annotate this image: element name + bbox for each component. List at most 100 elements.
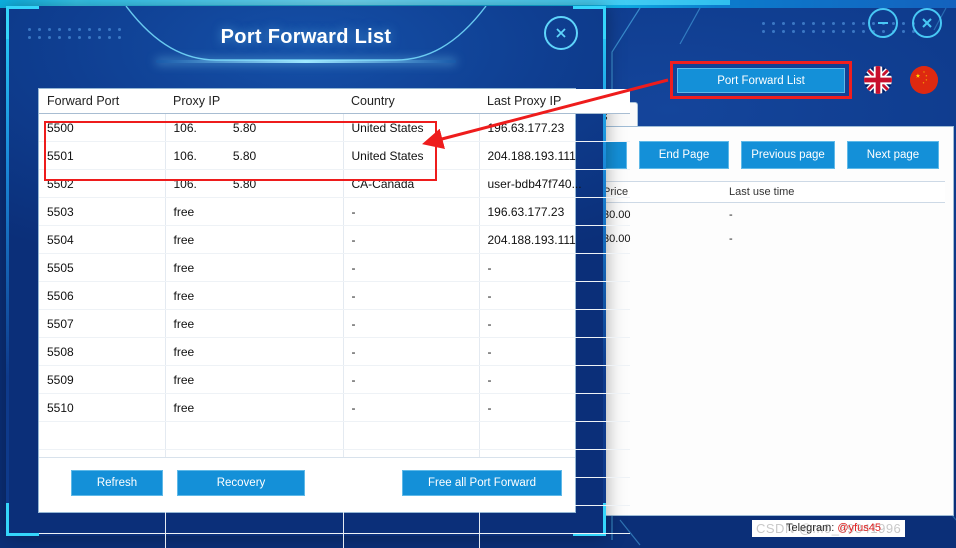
cell-proxy-ip: free bbox=[165, 225, 344, 254]
cell-forward-port: 5501 bbox=[39, 141, 166, 170]
table-row[interactable]: 5510 free - - bbox=[39, 393, 630, 422]
cell-last-proxy-ip: 196.63.177.23 bbox=[479, 113, 630, 142]
cell-proxy-ip: free bbox=[165, 281, 344, 310]
cell-last-proxy-ip: - bbox=[479, 309, 630, 338]
cell-country: - bbox=[343, 225, 480, 254]
cell-last-proxy-ip: - bbox=[479, 393, 630, 422]
pager-button-previous[interactable]: Previous page bbox=[741, 141, 835, 169]
cell-country: CA-Canada bbox=[343, 169, 480, 198]
cell-last-proxy-ip bbox=[479, 533, 630, 548]
pager-button-end[interactable]: End Page bbox=[639, 141, 729, 169]
port-forward-list-dialog: Port Forward List Forward Port Proxy IP … bbox=[6, 6, 630, 548]
watermark-telegram: Telegram: @yfus45 bbox=[786, 522, 881, 534]
cell-proxy-ip: free bbox=[165, 309, 344, 338]
table-row[interactable] bbox=[39, 421, 630, 450]
dialog-left-edge bbox=[6, 6, 9, 536]
dialog-table-panel: Forward Port Proxy IP Country Last Proxy… bbox=[38, 88, 630, 548]
watermark-telegram-handle: @yfus45 bbox=[837, 522, 881, 534]
cell-forward-port bbox=[39, 421, 166, 450]
dialog-title-underline bbox=[156, 60, 456, 63]
dialog-footer: Refresh Recovery Free all Port Forward bbox=[39, 457, 575, 512]
cell-forward-port bbox=[39, 533, 166, 548]
table-row[interactable]: 30.00- bbox=[595, 227, 945, 251]
cell-country: - bbox=[343, 337, 480, 366]
table-row[interactable]: 5507 free - - bbox=[39, 309, 630, 338]
table-row[interactable]: 5502 106. 5.80 CA-Canada user-bdb47f740... bbox=[39, 169, 630, 198]
column-header-last-proxy-ip[interactable]: Last Proxy IP bbox=[479, 89, 630, 114]
cell-proxy-ip: free bbox=[165, 197, 344, 226]
masked-ip-value: 106. 5.80 bbox=[173, 120, 257, 135]
table-row[interactable] bbox=[39, 533, 630, 548]
cell-last-proxy-ip: 196.63.177.23 bbox=[479, 197, 630, 226]
masked-ip-value: 106. 5.80 bbox=[173, 148, 257, 163]
cell-forward-port: 5505 bbox=[39, 253, 166, 282]
cell-last-proxy-ip bbox=[479, 421, 630, 450]
cell-last-proxy-ip: - bbox=[479, 365, 630, 394]
refresh-button[interactable]: Refresh bbox=[71, 470, 163, 496]
column-header-proxy-ip[interactable]: Proxy IP bbox=[165, 89, 343, 114]
cell-forward-port: 5510 bbox=[39, 393, 166, 422]
table-row[interactable]: 5503 free -196.63.177.23 bbox=[39, 197, 630, 226]
cell-proxy-ip: free bbox=[165, 253, 344, 282]
table-row[interactable]: 5506 free - - bbox=[39, 281, 630, 310]
table-row[interactable]: 5500 106. 5.80 United States 196.63.177.23 bbox=[39, 113, 630, 142]
background-content-panel: Page End Page Previous page Next page Pr… bbox=[555, 126, 955, 516]
cell-forward-port: 5507 bbox=[39, 309, 166, 338]
cell-forward-port: 5503 bbox=[39, 197, 166, 226]
table-header-row: Forward Port Proxy IP Country Last Proxy… bbox=[39, 89, 630, 114]
ip-redaction-block bbox=[196, 120, 233, 133]
recovery-button[interactable]: Recovery bbox=[177, 470, 305, 496]
window-controls bbox=[868, 8, 942, 38]
column-header-last-use-time[interactable]: Last use time bbox=[721, 181, 945, 203]
dialog-corner-bottom-left bbox=[6, 503, 39, 536]
table-header-row: Price Last use time bbox=[595, 181, 945, 203]
cell-last-use-time: - bbox=[729, 209, 733, 221]
free-all-port-forward-button[interactable]: Free all Port Forward bbox=[402, 470, 562, 496]
ip-redaction-block bbox=[196, 176, 233, 189]
pager-button-next[interactable]: Next page bbox=[847, 141, 939, 169]
table-row[interactable]: 5505 free - - bbox=[39, 253, 630, 282]
table-row[interactable]: 5508 free - - bbox=[39, 337, 630, 366]
cell-country bbox=[343, 533, 480, 548]
close-button[interactable] bbox=[912, 8, 942, 38]
cell-forward-port: 5500 bbox=[39, 113, 166, 142]
cell-country: United States bbox=[343, 113, 480, 142]
cell-forward-port: 5508 bbox=[39, 337, 166, 366]
minimize-button[interactable] bbox=[868, 8, 898, 38]
dialog-title: Port Forward List bbox=[220, 26, 392, 48]
column-header-forward-port[interactable]: Forward Port bbox=[39, 89, 165, 114]
pager-buttons: Page End Page Previous page Next page bbox=[555, 141, 955, 169]
cell-country: - bbox=[343, 393, 480, 422]
cell-last-proxy-ip: - bbox=[479, 253, 630, 282]
dialog-close-icon[interactable] bbox=[544, 16, 578, 50]
cell-forward-port: 5502 bbox=[39, 169, 166, 198]
cell-proxy-ip: 106. 5.80 bbox=[165, 113, 344, 142]
screen: Port Forward List End Page Previous page… bbox=[0, 0, 956, 548]
background-data-table: Price Last use time 30.00-30.00- bbox=[595, 181, 945, 251]
masked-ip-value: 106. 5.80 bbox=[173, 176, 257, 191]
cell-proxy-ip: 106. 5.80 bbox=[165, 169, 344, 198]
window-top-accent-strip-2 bbox=[90, 0, 730, 5]
cell-last-proxy-ip: 204.188.193.111 bbox=[479, 141, 630, 170]
cell-country: - bbox=[343, 309, 480, 338]
cell-proxy-ip bbox=[165, 533, 344, 548]
cell-proxy-ip: free bbox=[165, 337, 344, 366]
cell-country bbox=[343, 421, 480, 450]
cell-country: - bbox=[343, 365, 480, 394]
cell-last-proxy-ip: - bbox=[479, 281, 630, 310]
table-row[interactable]: 30.00- bbox=[595, 203, 945, 228]
cell-last-proxy-ip: user-bdb47f740... bbox=[479, 169, 630, 198]
cell-proxy-ip bbox=[165, 421, 344, 450]
table-row[interactable]: 5509 free - - bbox=[39, 365, 630, 394]
cell-country: - bbox=[343, 197, 480, 226]
cell-country: - bbox=[343, 281, 480, 310]
china-flag-icon[interactable] bbox=[910, 66, 938, 94]
column-header-country[interactable]: Country bbox=[343, 89, 479, 114]
cell-proxy-ip: free bbox=[165, 393, 344, 422]
table-row[interactable]: 5501 106. 5.80 United States 204.188.193.111 bbox=[39, 141, 630, 170]
port-forward-list-button[interactable]: Port Forward List bbox=[677, 68, 845, 93]
table-row[interactable]: 5504 free -204.188.193.111 bbox=[39, 225, 630, 254]
uk-flag-icon[interactable] bbox=[864, 66, 892, 94]
cell-country: - bbox=[343, 253, 480, 282]
cell-last-proxy-ip: 204.188.193.111 bbox=[479, 225, 630, 254]
